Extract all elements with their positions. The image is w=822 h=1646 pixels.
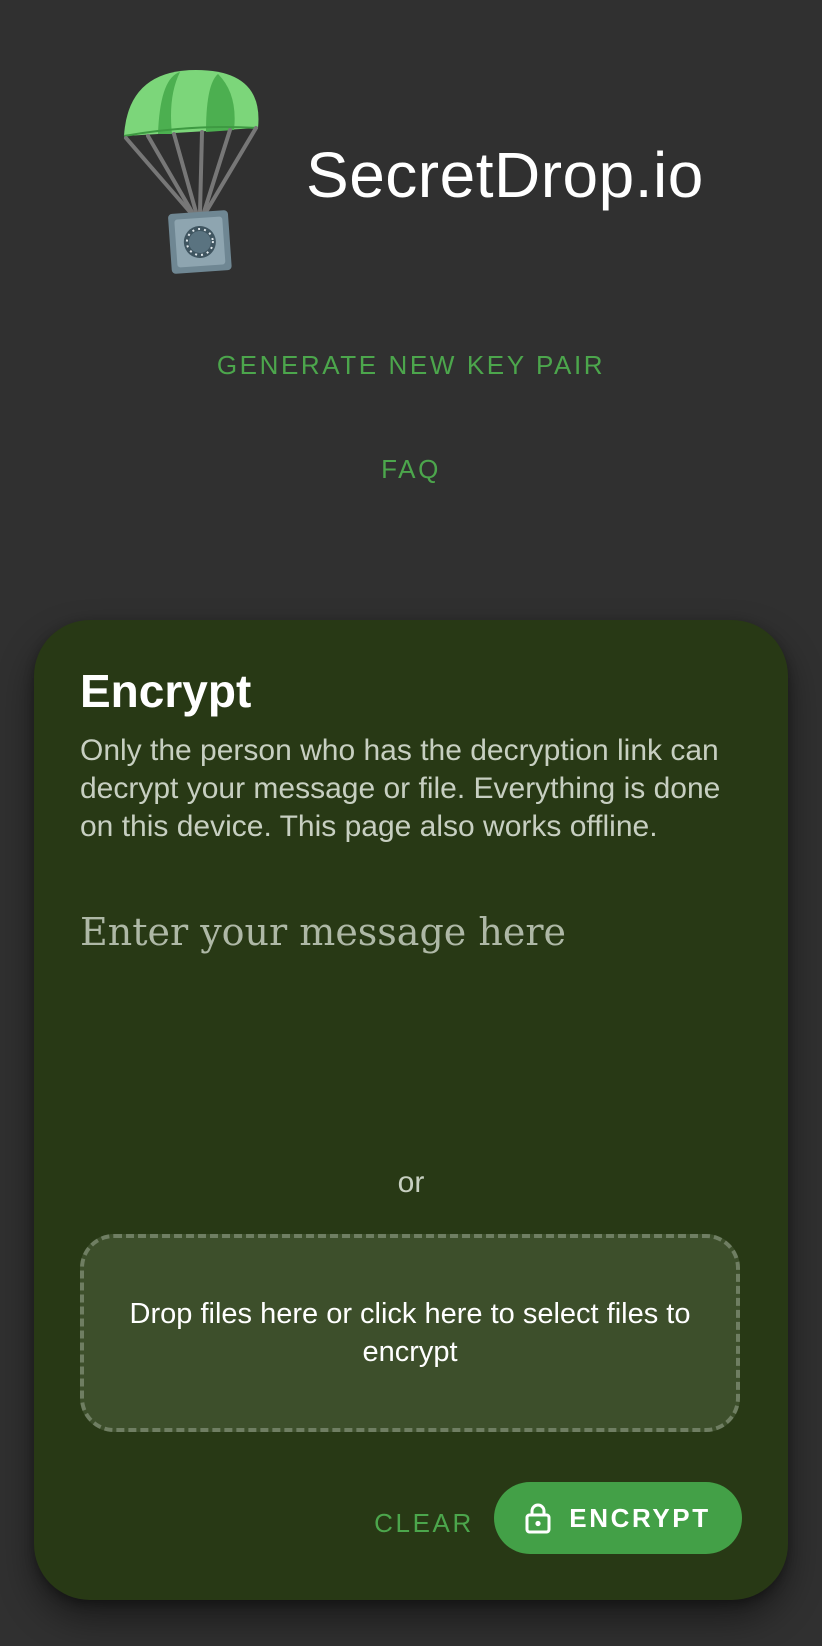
- lock-icon: [525, 1503, 551, 1534]
- message-input[interactable]: [80, 910, 740, 1130]
- or-separator: or: [397, 1166, 425, 1199]
- dropzone-label: Drop files here or click here to select …: [129, 1298, 691, 1368]
- parachute-safe-logo: [123, 70, 259, 274]
- faq-link[interactable]: FAQ: [0, 454, 822, 485]
- encrypt-button[interactable]: ENCRYPT: [494, 1482, 742, 1554]
- clear-button[interactable]: CLEAR: [354, 1500, 494, 1546]
- encrypt-card-description: Only the person who has the decryption l…: [80, 734, 721, 843]
- site-title: SecretDrop.io: [306, 139, 704, 211]
- encrypt-card-title: Encrypt: [80, 665, 252, 717]
- encrypt-card: Encrypt Only the person who has the decr…: [34, 620, 788, 1600]
- encrypt-button-label: ENCRYPT: [569, 1502, 711, 1533]
- generate-key-pair-link[interactable]: GENERATE NEW KEY PAIR: [0, 350, 822, 381]
- file-dropzone[interactable]: Drop files here or click here to select …: [80, 1234, 740, 1432]
- site-header: SecretDrop.io: [0, 0, 822, 300]
